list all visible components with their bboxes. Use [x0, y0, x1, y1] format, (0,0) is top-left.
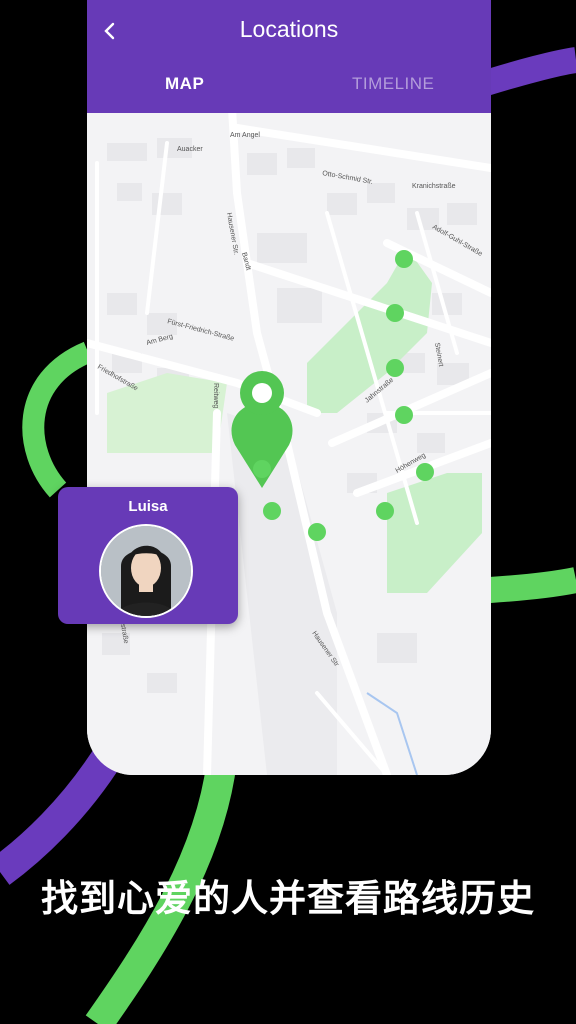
phone-screen: Locations MAP TIMELINE Hausener Str. Am … [87, 0, 491, 775]
street-label: Reitweg [212, 383, 219, 408]
page-title: Locations [239, 16, 339, 42]
track-point[interactable] [376, 502, 394, 520]
track-point[interactable] [386, 359, 404, 377]
street-label: Kranichstraße [412, 183, 456, 190]
avatar [99, 524, 193, 618]
track-point[interactable] [395, 250, 413, 268]
track-point[interactable] [263, 502, 281, 520]
slogan-text: 找到心爱的人并查看路线历史 [41, 877, 535, 920]
person-name: Luisa [128, 498, 168, 515]
street-label: Am Angel [230, 132, 260, 139]
tab-timeline[interactable]: TIMELINE [352, 74, 434, 94]
tab-map[interactable]: MAP [165, 74, 204, 94]
track-point[interactable] [308, 523, 326, 541]
map-view[interactable]: Hausener Str. Am Angel Auacker Otto-Schm… [87, 104, 491, 775]
app-header: Locations MAP TIMELINE [87, 0, 491, 113]
track-point[interactable] [386, 304, 404, 322]
street-label: Auacker [177, 146, 203, 153]
track-point[interactable] [253, 460, 271, 478]
track-point[interactable] [416, 463, 434, 481]
track-point[interactable] [395, 406, 413, 424]
person-card[interactable]: Luisa [58, 487, 238, 624]
